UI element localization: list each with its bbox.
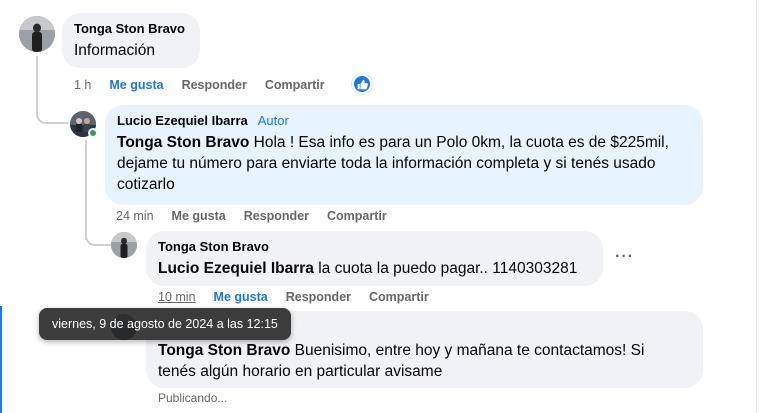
mention-link[interactable]: Lucio Ezequiel Ibarra: [158, 260, 314, 277]
like-button[interactable]: Me gusta: [109, 78, 163, 92]
comment-author[interactable]: Tonga Ston Bravo: [74, 21, 188, 37]
timestamp-tooltip: viernes, 9 de agosto de 2024 a las 12:15: [39, 308, 291, 340]
share-button[interactable]: Compartir: [369, 290, 429, 304]
reply-button[interactable]: Responder: [244, 209, 309, 223]
comment-author[interactable]: Tonga Ston Bravo: [158, 239, 591, 255]
comment-text: Tonga Ston Bravo Buenisimo, entre hoy y …: [158, 340, 691, 382]
comment-text-line: cotizarlo: [117, 176, 175, 193]
share-button[interactable]: Compartir: [327, 209, 387, 223]
comment-actions-2: 24 min Me gusta Responder Compartir: [116, 209, 387, 223]
publishing-status: Publicando...: [158, 391, 228, 405]
thread-line-main: [36, 56, 38, 90]
online-status-icon: [88, 128, 98, 138]
comment-author[interactable]: Lucio Ezequiel Ibarra: [117, 113, 248, 128]
comment-text-line: Hola ! Esa info es para un Polo 0km, la …: [249, 134, 669, 151]
mention-link[interactable]: Tonga Ston Bravo: [158, 342, 290, 359]
comment-text-line: la cuota la puedo pagar.. 1140303281: [313, 260, 578, 277]
comment-bubble-2: Lucio Ezequiel Ibarra Autor Tonga Ston Br…: [105, 105, 703, 205]
comment-text-line: Buenisimo, entre hoy y mañana te contact…: [290, 342, 645, 359]
avatar-tonga-1[interactable]: [19, 16, 55, 52]
focus-indicator: [0, 306, 2, 413]
thread-connector-reply-2: [85, 226, 111, 246]
reply-button[interactable]: Responder: [286, 290, 351, 304]
comment-text-line: tenés algún horario en particular avisam…: [158, 363, 443, 380]
author-badge: Autor: [257, 113, 289, 128]
comment-timestamp[interactable]: 1 h: [74, 78, 91, 92]
thread-connector-reply-1: [36, 88, 68, 124]
comment-text-line: dejame tu número para enviarte toda la i…: [117, 155, 656, 172]
avatar-tonga-2[interactable]: [111, 232, 137, 258]
comment-text: Tonga Ston Bravo Hola ! Esa info es para…: [117, 132, 691, 195]
reply-button[interactable]: Responder: [182, 78, 247, 92]
comment-actions-1: 1 h Me gusta Responder Compartir: [74, 78, 325, 92]
comment-text: Lucio Ezequiel Ibarra la cuota la puedo …: [158, 258, 591, 279]
scrollbar[interactable]: [756, 0, 770, 413]
share-button[interactable]: Compartir: [265, 78, 325, 92]
thread-line-reply: [85, 140, 87, 240]
comment-timestamp[interactable]: 24 min: [116, 209, 154, 223]
comment-text: Información: [74, 42, 155, 59]
comment-header: Lucio Ezequiel Ibarra Autor: [117, 113, 691, 129]
comment-actions-3: 10 min Me gusta Responder Compartir: [158, 290, 429, 304]
like-button[interactable]: Me gusta: [214, 290, 268, 304]
comment-bubble-1: Tonga Ston Bravo Información: [62, 13, 200, 68]
thumbs-up-icon[interactable]: [352, 74, 372, 94]
comment-timestamp[interactable]: 10 min: [158, 290, 196, 304]
mention-link[interactable]: Tonga Ston Bravo: [117, 134, 249, 151]
comment-bubble-3: Tonga Ston Bravo Lucio Ezequiel Ibarra l…: [146, 231, 603, 286]
like-button[interactable]: Me gusta: [172, 209, 226, 223]
more-options-icon[interactable]: ···: [615, 248, 634, 266]
